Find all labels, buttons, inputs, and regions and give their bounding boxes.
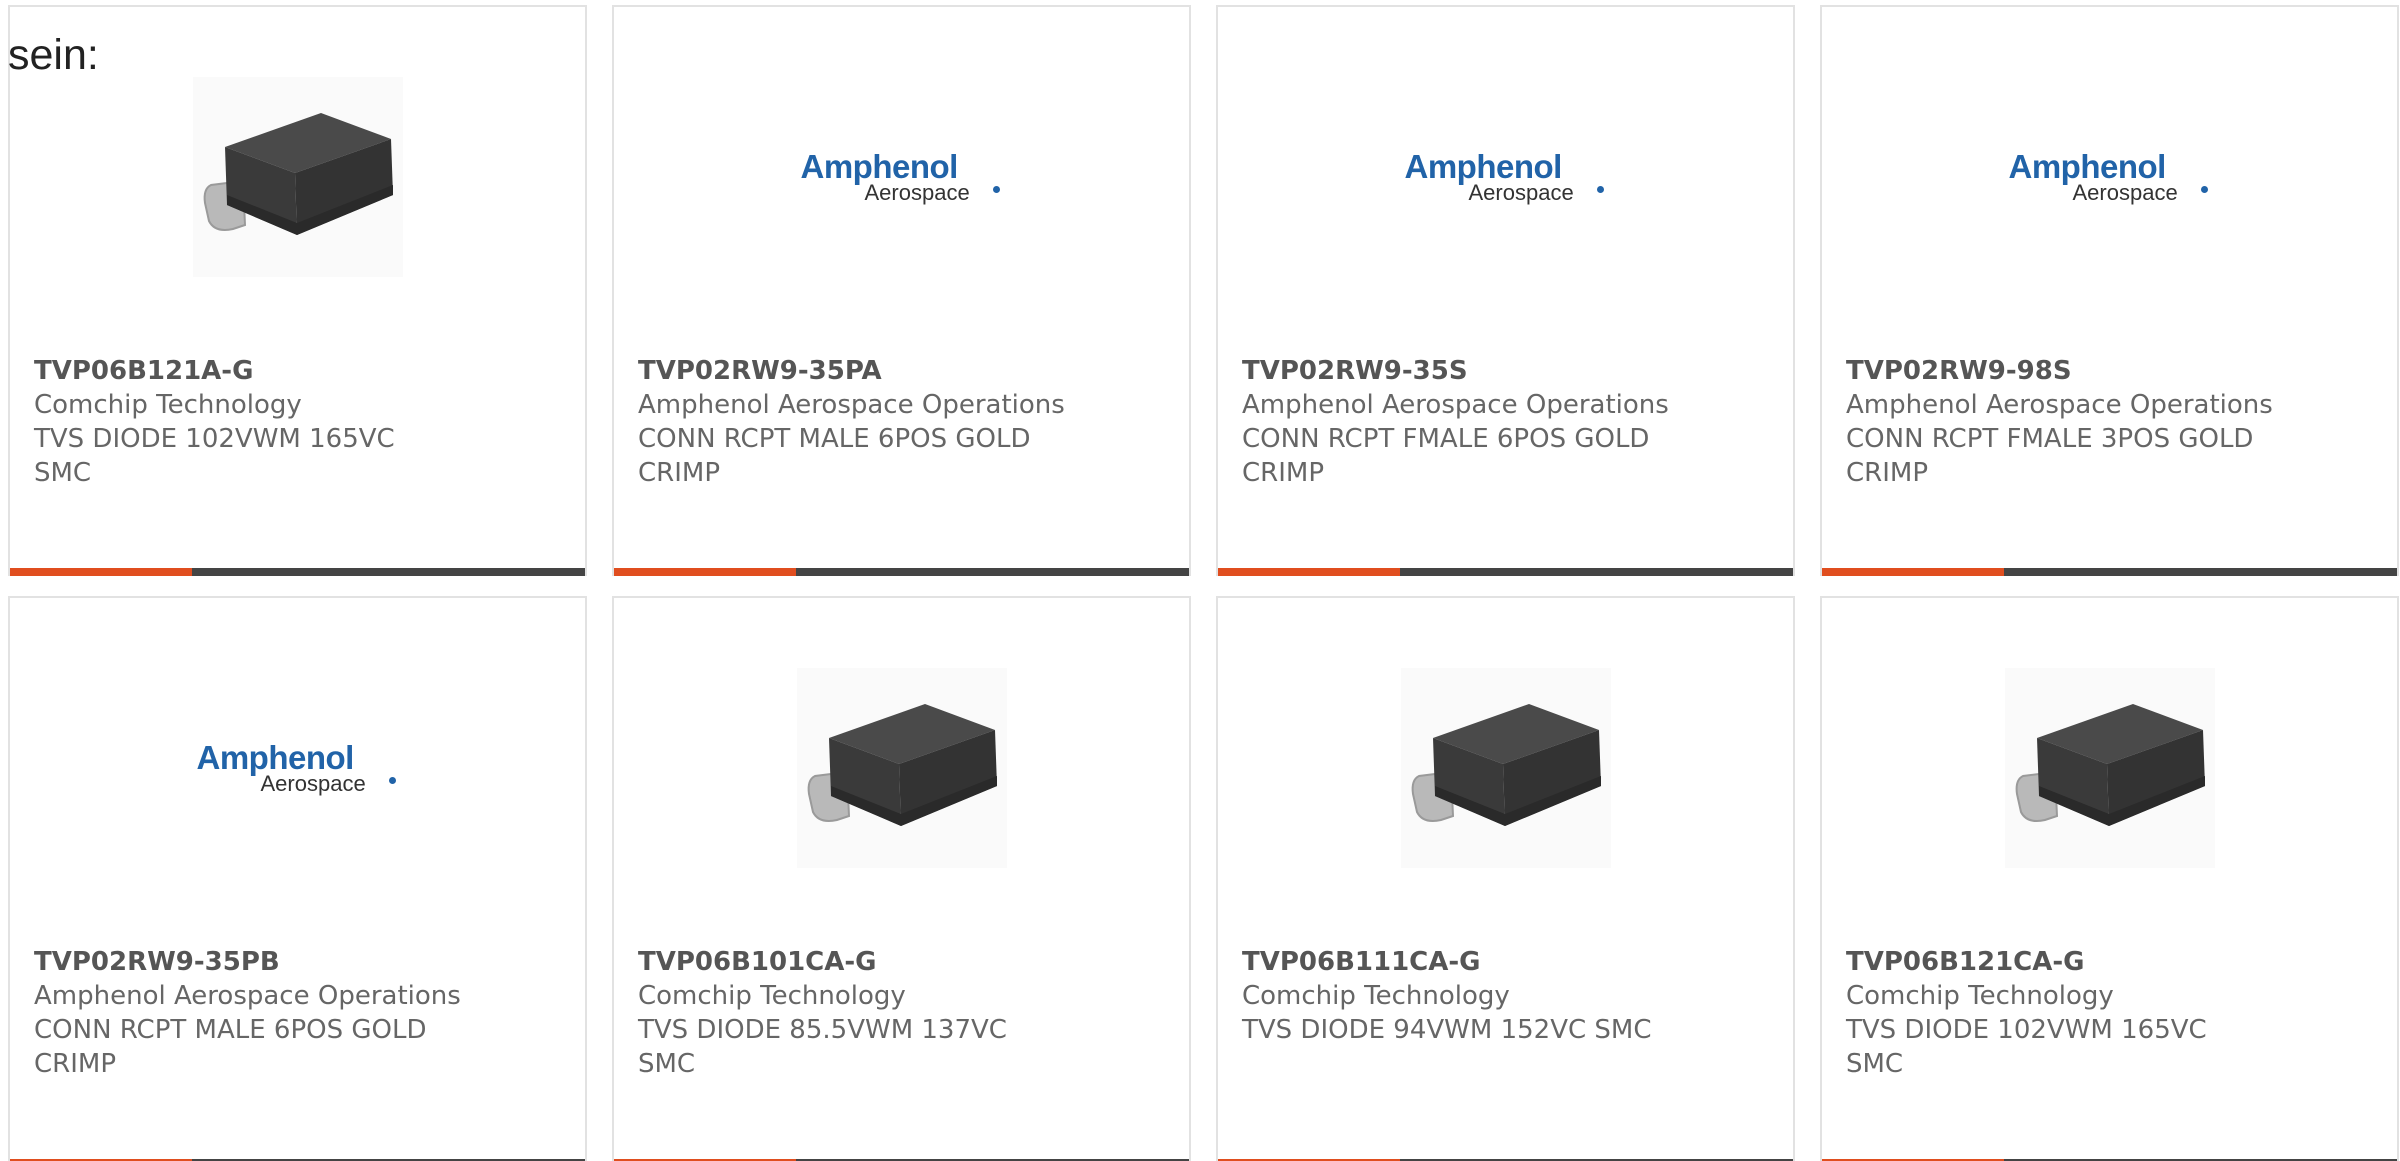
product-info: TVP06B121A-G Comchip Technology TVS DIOD… [34,354,561,490]
product-description: CONN RCPT FMALE 3POS GOLD CRIMP [1846,424,2254,488]
product-card[interactable]: TVP06B121A-G Comchip Technology TVS DIOD… [8,5,587,576]
product-description: CONN RCPT MALE 6POS GOLD CRIMP [638,424,1031,488]
product-image[interactable]: Amphenol Aerospace [614,62,1189,292]
product-card[interactable]: TVP06B101CA-G Comchip Technology TVS DIO… [612,596,1191,1161]
product-description: TVS DIODE 85.5VWM 137VC SMC [638,1015,1007,1079]
manufacturer-name: Amphenol Aerospace Operations [34,981,461,1011]
amphenol-logo: Amphenol Aerospace [797,142,1007,212]
product-info: TVP02RW9-35PB Amphenol Aerospace Operati… [34,945,561,1081]
product-page: sein: TVP06B121A-G Comchip Technology TV… [0,0,2400,1161]
manufacturer-name: Amphenol Aerospace Operations [638,390,1065,420]
product-card[interactable]: Amphenol Aerospace TVP02RW9-98S Amphenol… [1820,5,2399,576]
product-description: CONN RCPT MALE 6POS GOLD CRIMP [34,1015,427,1079]
amphenol-logo: Amphenol Aerospace [2005,142,2215,212]
part-number-link[interactable]: TVP06B121A-G [34,354,561,388]
part-number-link[interactable]: TVP02RW9-35PA [638,354,1165,388]
part-number-link[interactable]: TVP06B111CA-G [1242,945,1769,979]
manufacturer-name: Comchip Technology [34,390,302,420]
product-info: TVP02RW9-98S Amphenol Aerospace Operatio… [1846,354,2373,490]
product-info: TVP06B111CA-G Comchip Technology TVS DIO… [1242,945,1769,1047]
part-number-link[interactable]: TVP02RW9-35S [1242,354,1769,388]
product-grid: TVP06B121A-G Comchip Technology TVS DIOD… [8,5,2399,1161]
product-image[interactable] [614,653,1189,883]
product-card[interactable]: Amphenol Aerospace TVP02RW9-35PB Ampheno… [8,596,587,1161]
product-image[interactable] [10,62,585,292]
product-card[interactable]: TVP06B111CA-G Comchip Technology TVS DIO… [1216,596,1795,1161]
manufacturer-name: Amphenol Aerospace Operations [1242,390,1669,420]
smc-diode-icon [2004,668,2215,868]
part-number-link[interactable]: TVP06B121CA-G [1846,945,2373,979]
product-info: TVP06B121CA-G Comchip Technology TVS DIO… [1846,945,2373,1081]
product-info: TVP02RW9-35PA Amphenol Aerospace Operati… [638,354,1165,490]
manufacturer-name: Comchip Technology [638,981,906,1011]
smc-diode-icon [192,77,403,277]
smc-diode-icon [796,668,1007,868]
product-description: TVS DIODE 102VWM 165VC SMC [34,424,395,488]
part-number-link[interactable]: TVP02RW9-35PB [34,945,561,979]
manufacturer-name: Comchip Technology [1242,981,1510,1011]
amphenol-logo: Amphenol Aerospace [193,733,403,803]
manufacturer-name: Comchip Technology [1846,981,2114,1011]
product-image[interactable] [1218,653,1793,883]
card-bottom-bar [614,568,1189,576]
product-image[interactable] [1822,653,2397,883]
card-bottom-bar [10,568,585,576]
product-info: TVP06B101CA-G Comchip Technology TVS DIO… [638,945,1165,1081]
smc-diode-icon [1400,668,1611,868]
product-info: TVP02RW9-35S Amphenol Aerospace Operatio… [1242,354,1769,490]
amphenol-logo: Amphenol Aerospace [1401,142,1611,212]
card-bottom-bar [1218,568,1793,576]
product-image[interactable]: Amphenol Aerospace [1822,62,2397,292]
product-image[interactable]: Amphenol Aerospace [10,653,585,883]
product-card[interactable]: TVP06B121CA-G Comchip Technology TVS DIO… [1820,596,2399,1161]
product-card[interactable]: Amphenol Aerospace TVP02RW9-35PA Ampheno… [612,5,1191,576]
product-image[interactable]: Amphenol Aerospace [1218,62,1793,292]
product-description: CONN RCPT FMALE 6POS GOLD CRIMP [1242,424,1650,488]
product-card[interactable]: Amphenol Aerospace TVP02RW9-35S Amphenol… [1216,5,1795,576]
manufacturer-name: Amphenol Aerospace Operations [1846,390,2273,420]
part-number-link[interactable]: TVP02RW9-98S [1846,354,2373,388]
part-number-link[interactable]: TVP06B101CA-G [638,945,1165,979]
product-description: TVS DIODE 102VWM 165VC SMC [1846,1015,2207,1079]
intro-text: sein: [8,31,99,79]
product-description: TVS DIODE 94VWM 152VC SMC [1242,1015,1652,1045]
card-bottom-bar [1822,568,2397,576]
